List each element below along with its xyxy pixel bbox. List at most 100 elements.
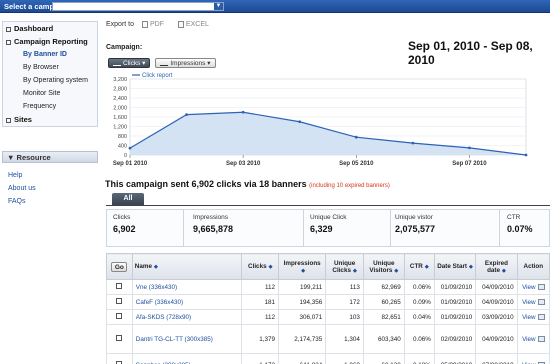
cell-value: 01/09/2010 xyxy=(440,313,473,321)
table-cell: 01/09/2010 xyxy=(433,294,477,310)
resource-links: Help About us FAQs xyxy=(8,169,36,208)
stat-value: 9,665,878 xyxy=(193,224,234,234)
go-button[interactable]: Go xyxy=(111,261,128,272)
cell-value: 60,265 xyxy=(381,298,401,306)
sidebar-item-label: Frequency xyxy=(23,103,57,110)
banner-name-link[interactable]: Afa-SKDS (728x90) xyxy=(136,314,191,321)
stat-unique-vistor: Unique vistor 2,075,577 xyxy=(395,214,435,234)
sort-icon: ◆ xyxy=(352,267,357,274)
table-row: Sannhac (300x385)1,172641,8341,06060,120… xyxy=(106,353,550,364)
stat-divider xyxy=(183,210,184,246)
y-tick-label: 2,000 xyxy=(113,106,127,112)
table-cell: 1,304 xyxy=(325,324,364,354)
row-checkbox[interactable] xyxy=(116,298,123,304)
banner-name-link[interactable]: Dantri TG-CL-TT (300x385) xyxy=(136,336,213,343)
table-cell: 60,120 xyxy=(362,353,405,364)
campaign-select[interactable]: ▼ xyxy=(52,2,224,11)
metric-toggle: Clicks ▾ Impressions ▾ xyxy=(108,58,219,68)
sidebar-item[interactable]: By Browser xyxy=(3,61,97,74)
header-unique-clicks[interactable]: Unique Clicks ◆ xyxy=(325,253,364,280)
resource-link-help[interactable]: Help xyxy=(8,169,36,182)
pdf-icon xyxy=(141,21,148,28)
export-excel-button[interactable]: EXCEL xyxy=(177,21,215,28)
view-icon[interactable] xyxy=(537,313,545,320)
y-tick-label: 3,200 xyxy=(113,77,127,83)
banner-name-link[interactable]: Vne (336x430) xyxy=(136,284,177,291)
sort-icon: ◆ xyxy=(502,267,506,274)
sidebar-item[interactable]: By Operating system xyxy=(3,74,97,87)
row-select-cell xyxy=(106,353,133,364)
date-range[interactable]: Sep 01, 2010 - Sep 08, 2010 xyxy=(408,39,550,67)
data-point xyxy=(524,153,528,157)
data-point xyxy=(354,135,358,139)
sidebar-item[interactable]: Monitor Site xyxy=(3,87,97,100)
view-icon[interactable] xyxy=(537,298,545,305)
table-cell[interactable]: Dantri TG-CL-TT (300x385) xyxy=(131,324,243,354)
stat-label: Unique Click xyxy=(310,214,347,221)
sidebar-item[interactable]: Sites xyxy=(3,113,97,126)
data-point xyxy=(411,141,415,145)
banner-name-link[interactable]: CafeF (336x430) xyxy=(136,299,183,306)
table-cell: 04/09/2010 xyxy=(475,279,518,295)
table-cell: 172 xyxy=(325,294,364,310)
header-expired-date[interactable]: Expired date ◆ xyxy=(475,253,518,280)
table-cell[interactable]: Afa-SKDS (728x90) xyxy=(131,309,243,325)
header-clicks[interactable]: Clicks ◆ xyxy=(241,253,279,280)
line-chart-icon xyxy=(113,61,121,66)
action-cell: View xyxy=(516,279,550,295)
view-icon[interactable] xyxy=(537,335,545,342)
table-cell: 0.04% xyxy=(403,309,435,325)
cell-value: 306,071 xyxy=(299,313,323,321)
row-checkbox[interactable] xyxy=(116,283,123,289)
sidebar-item[interactable]: Frequency xyxy=(3,100,97,113)
resource-link-faqs[interactable]: FAQs xyxy=(8,195,36,208)
cell-value: 113 xyxy=(349,283,360,291)
table-cell: 60,265 xyxy=(362,294,405,310)
sidebar-item-label: Sites xyxy=(14,115,32,124)
view-link[interactable]: View xyxy=(522,284,536,291)
row-checkbox[interactable] xyxy=(116,335,123,341)
action-cell: View xyxy=(516,309,550,325)
campaign-label: Campaign: xyxy=(106,44,143,51)
export-pdf-button[interactable]: PDF xyxy=(141,21,170,29)
sidebar-item[interactable]: Campaign Reporting xyxy=(3,35,97,48)
header-date-start[interactable]: Date Start ◆ xyxy=(433,253,477,280)
table-cell: 2,174,735 xyxy=(277,324,327,354)
pdf-label: PDF xyxy=(149,21,164,29)
impressions-button[interactable]: Impressions ▾ xyxy=(155,58,216,68)
table-cell: 0.06% xyxy=(403,279,435,295)
view-link[interactable]: View xyxy=(522,299,536,306)
table-cell: 641,834 xyxy=(277,353,327,364)
data-point xyxy=(185,113,188,117)
view-link[interactable]: View xyxy=(522,336,536,343)
row-select-cell xyxy=(106,309,133,325)
resource-header[interactable]: ▼ Resource xyxy=(2,151,98,163)
header-impressions[interactable]: Impressions◆ xyxy=(277,253,327,280)
header-unique-visitors[interactable]: Unique Visitors ◆ xyxy=(362,253,405,280)
sort-icon: ◆ xyxy=(424,264,429,270)
cell-value: 0.06% xyxy=(413,283,431,291)
table-cell[interactable]: CafeF (336x430) xyxy=(131,294,243,310)
header-name[interactable]: Name ◆ xyxy=(131,253,243,280)
row-select-cell xyxy=(106,324,133,354)
header-name-label: Name xyxy=(134,263,152,270)
sidebar-item[interactable]: By Banner ID xyxy=(3,48,97,61)
resource-link-about[interactable]: About us xyxy=(8,182,36,195)
table-cell[interactable]: Sannhac (300x385) xyxy=(131,353,243,364)
view-link[interactable]: View xyxy=(522,314,536,321)
campaign-selector-bar: Select a campaign ▼ xyxy=(0,0,550,13)
tab-all[interactable]: All xyxy=(112,193,144,205)
table-row: Vne (336x430) 112 199,211 113 62,969 0.06% 01/… xyxy=(106,279,550,295)
sidebar-item[interactable]: Dashboard xyxy=(3,22,97,35)
table-cell: 62,969 xyxy=(362,279,405,295)
clicks-button[interactable]: Clicks ▾ xyxy=(108,58,151,68)
table-cell[interactable]: Vne (336x430) xyxy=(131,279,243,295)
table-cell: 05/09/2010 xyxy=(433,353,477,364)
cell-value: 0.04% xyxy=(413,313,431,321)
table-cell: 194,356 xyxy=(277,294,327,310)
data-point xyxy=(298,120,302,124)
chevron-down-icon[interactable]: ▼ xyxy=(214,3,223,10)
view-icon[interactable] xyxy=(537,283,545,290)
row-checkbox[interactable] xyxy=(116,313,123,319)
header-ctr[interactable]: CTR ◆ xyxy=(403,253,435,280)
